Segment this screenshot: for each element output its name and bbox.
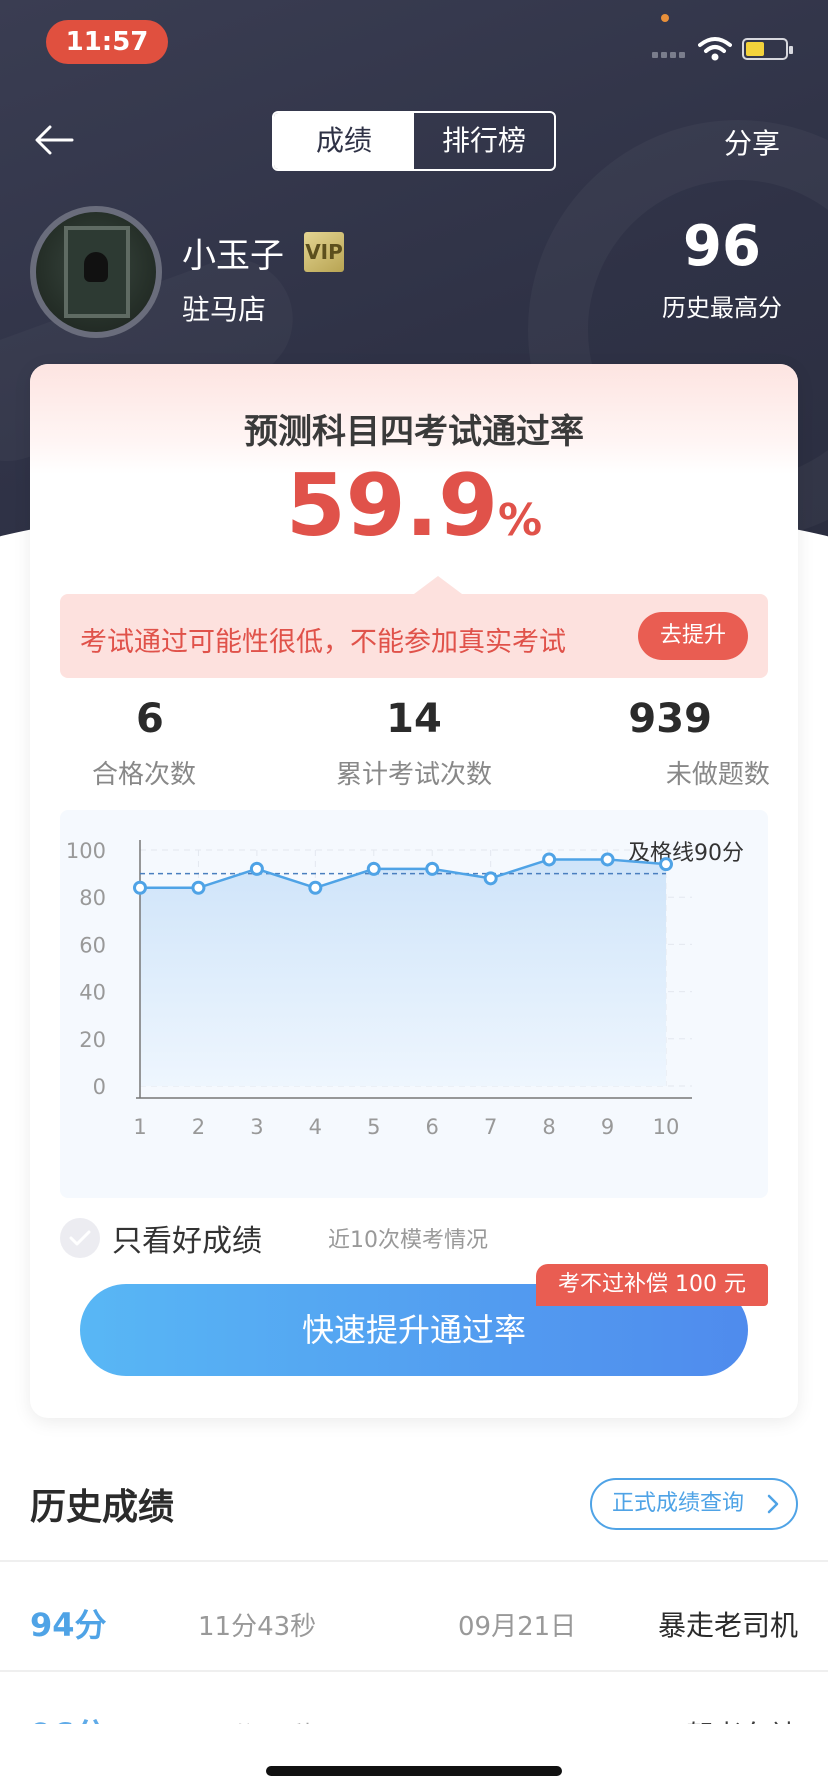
history-date: 09月21日 [458, 1716, 576, 1724]
username: 小玉子 [182, 236, 284, 276]
improve-button[interactable]: 去提升 [638, 612, 748, 660]
view-switch: 成绩 排行榜 [272, 111, 556, 171]
chevron-right-icon [767, 1494, 779, 1514]
wifi-icon [698, 37, 732, 61]
divider [0, 1560, 828, 1562]
history-date: 09月21日 [458, 1612, 577, 1642]
data-point [542, 852, 557, 867]
check-icon[interactable] [60, 1218, 100, 1258]
y-tick-label: 80 [79, 886, 106, 910]
stat-value: 6 [136, 696, 164, 742]
cellular-signal-icon [652, 52, 685, 58]
x-tick-label: 5 [367, 1115, 380, 1139]
history-row[interactable]: 94分 11分43秒 09月21日 暴走老司机 [0, 1578, 828, 1658]
share-button[interactable]: 分享 [724, 122, 780, 162]
warning-caret [414, 576, 462, 594]
stat-total-exams: 14 累计考试次数 [286, 696, 542, 791]
data-point [600, 852, 615, 867]
data-point [191, 880, 206, 895]
history-title-name: 驾考车神 [686, 1714, 798, 1724]
y-tick-label: 60 [79, 933, 106, 957]
best-score-value: 96 [683, 214, 761, 279]
x-tick-label: 4 [309, 1115, 322, 1139]
history-duration: 11分43秒 [198, 1612, 317, 1642]
data-point [483, 871, 498, 886]
divider [0, 1670, 828, 1672]
stat-value: 14 [386, 696, 442, 742]
vip-badge-icon: VIP [304, 232, 344, 272]
data-point [308, 880, 323, 895]
x-tick-label: 3 [250, 1115, 263, 1139]
data-point [425, 861, 440, 876]
tab-scores[interactable]: 成绩 [274, 113, 414, 169]
x-tick-label: 1 [133, 1115, 146, 1139]
home-indicator [266, 1766, 562, 1776]
good-scores-filter: 只看好成绩 近10次模考情况 [60, 1216, 488, 1260]
status-time: 11:57 [46, 20, 168, 64]
store-name: 驻马店 [182, 293, 267, 326]
filter-note: 近10次模考情况 [328, 1228, 488, 1253]
x-tick-label: 10 [653, 1115, 680, 1139]
stat-undone: 939 未做题数 [542, 696, 798, 791]
avatar[interactable] [30, 206, 162, 338]
pass-rate-value: 59.9 [285, 456, 499, 556]
y-tick-label: 40 [79, 981, 106, 1005]
stat-label: 累计考试次数 [335, 760, 492, 790]
series-area [140, 859, 666, 1086]
prediction-card: 预测科目四考试通过率 59.9% 考试通过可能性很低，不能参加真实考试 去提升 … [30, 364, 798, 1418]
x-tick-label: 6 [426, 1115, 439, 1139]
history-row[interactable]: 96分 11分05秒 09月21日 驾考车神 [0, 1688, 828, 1724]
filter-label[interactable]: 只看好成绩 [112, 1216, 262, 1260]
official-score-query-link[interactable]: 正式成绩查询 [590, 1478, 798, 1530]
y-tick-label: 20 [79, 1028, 106, 1052]
stat-label: 合格次数 [92, 760, 197, 790]
prediction-title: 预测科目四考试通过率 [244, 412, 584, 452]
stat-label: 未做题数 [665, 760, 770, 790]
pass-rate-unit: % [498, 495, 543, 546]
score-chart: 0 20 40 60 80 100 及格线90分 1 2 3 4 5 6 7 8 9 10 [60, 810, 768, 1198]
privacy-indicator-icon [661, 14, 669, 22]
history-score: 94分 [30, 1606, 107, 1644]
x-tick-label: 2 [192, 1115, 205, 1139]
compensation-tag: 考不过补偿 100 元 [536, 1264, 768, 1306]
stat-pass-count: 6 合格次数 [30, 696, 286, 791]
warning-banner: 考试通过可能性很低，不能参加真实考试 去提升 [60, 576, 768, 678]
tab-leaderboard[interactable]: 排行榜 [414, 113, 554, 169]
score-chart-svg: 020406080100 及格线90分1 2 3 4 5 6 7 8 9 10 [66, 839, 744, 1139]
x-tick-label: 8 [542, 1115, 555, 1139]
warning-text: 考试通过可能性很低，不能参加真实考试 [80, 627, 566, 658]
x-tick-label: 9 [601, 1115, 614, 1139]
history-title: 历史成绩 [30, 1487, 175, 1528]
data-point [133, 880, 147, 895]
x-tick-label: 7 [484, 1115, 497, 1139]
data-point [659, 857, 673, 872]
history-title-name: 暴走老司机 [657, 1609, 798, 1642]
data-point [366, 861, 381, 876]
query-link-label: 正式成绩查询 [612, 1491, 745, 1516]
stats-row: 6 合格次数 14 累计考试次数 939 未做题数 [30, 696, 798, 791]
data-point [249, 861, 264, 876]
y-tick-label: 0 [93, 1075, 106, 1099]
history-score: 96分 [30, 1710, 107, 1724]
avatar-figure [84, 252, 108, 282]
best-score-label: 历史最高分 [662, 294, 782, 322]
back-arrow-icon[interactable] [32, 120, 76, 160]
pass-rate: 59.9% [30, 456, 798, 556]
y-tick-label: 100 [66, 839, 106, 863]
battery-icon [742, 38, 793, 60]
stat-value: 939 [628, 696, 712, 742]
history-duration: 11分05秒 [198, 1716, 316, 1724]
